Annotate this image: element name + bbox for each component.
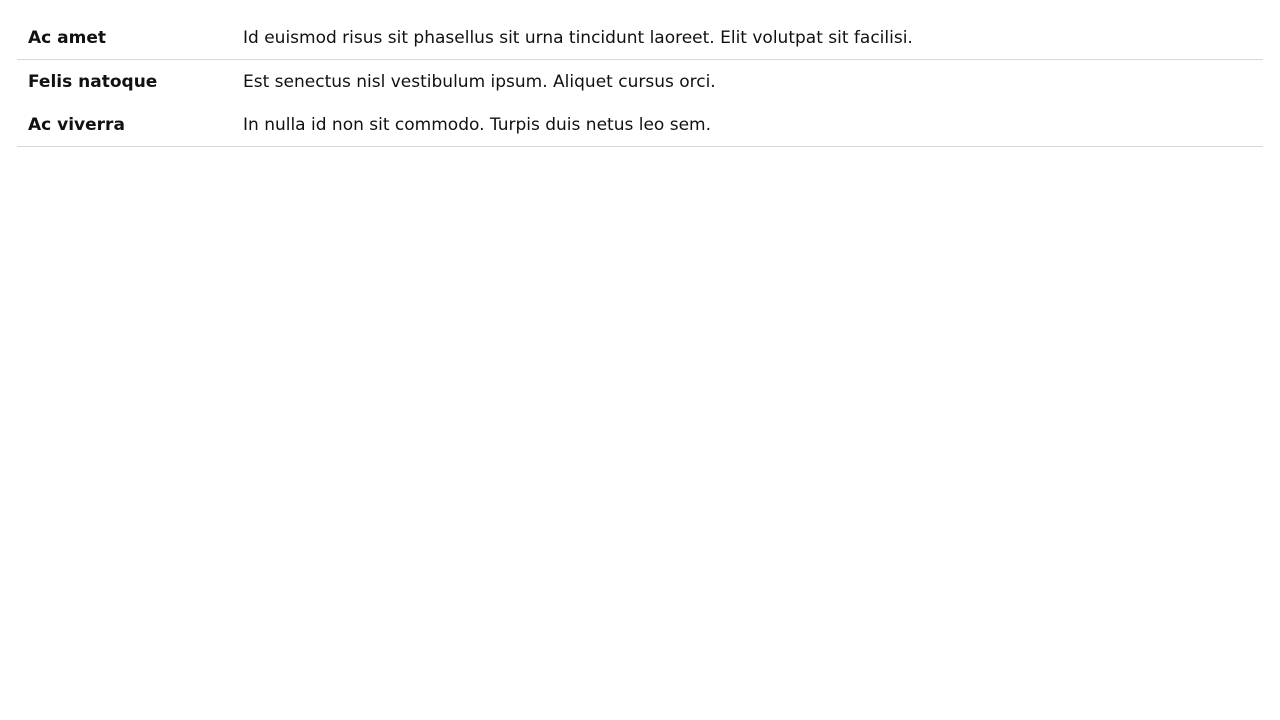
table-row: Felis natoque Est senectus nisl vestibul… — [17, 60, 1263, 105]
description-cell: In nulla id non sit commodo. Turpis duis… — [243, 104, 1263, 147]
term-cell: Felis natoque — [17, 60, 243, 105]
definition-table-body: Ac amet Id euismod risus sit phasellus s… — [17, 17, 1263, 147]
table-row: Ac viverra In nulla id non sit commodo. … — [17, 104, 1263, 147]
definition-table: Ac amet Id euismod risus sit phasellus s… — [17, 17, 1263, 147]
term-cell: Ac amet — [17, 17, 243, 60]
term-label: Ac viverra — [28, 115, 125, 135]
description-text: In nulla id non sit commodo. Turpis duis… — [243, 115, 711, 135]
term-cell: Ac viverra — [17, 104, 243, 147]
table-row: Ac amet Id euismod risus sit phasellus s… — [17, 17, 1263, 60]
description-cell: Id euismod risus sit phasellus sit urna … — [243, 17, 1263, 60]
description-cell: Est senectus nisl vestibulum ipsum. Aliq… — [243, 60, 1263, 105]
description-text: Id euismod risus sit phasellus sit urna … — [243, 28, 913, 48]
term-label: Ac amet — [28, 28, 106, 48]
term-label: Felis natoque — [28, 72, 158, 92]
description-text: Est senectus nisl vestibulum ipsum. Aliq… — [243, 72, 716, 92]
